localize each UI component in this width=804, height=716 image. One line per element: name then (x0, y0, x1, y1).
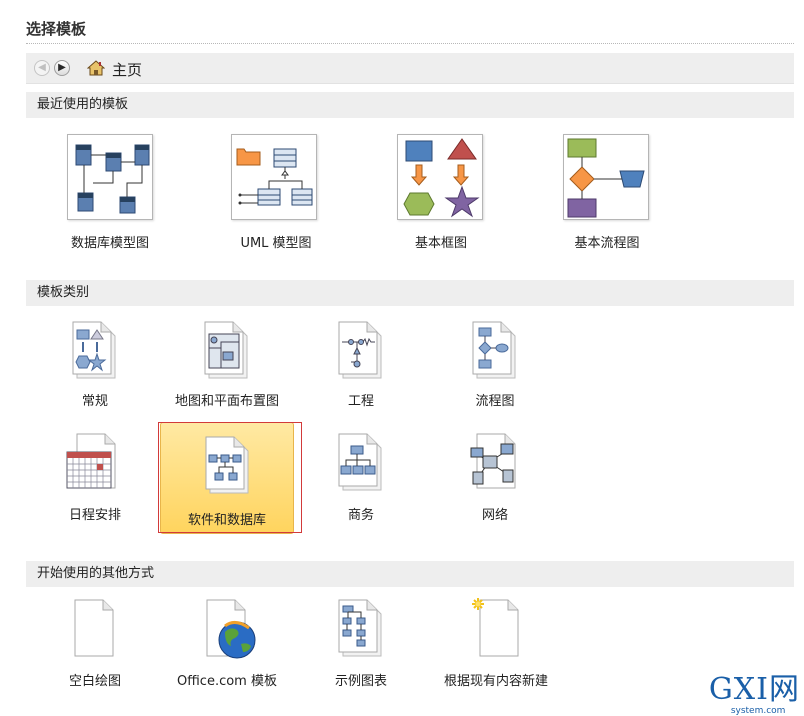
recent-template-basic-block[interactable]: 基本框图 (371, 124, 511, 251)
flowchart-category-icon (465, 318, 525, 382)
option-label: 根据现有内容新建 (443, 674, 548, 689)
basic-block-thumbnail (397, 134, 483, 220)
category-label: 网络 (481, 508, 508, 523)
option-blank-drawing[interactable]: 空白绘图 (40, 592, 150, 692)
option-label: Office.com 模板 (177, 674, 277, 689)
network-category-icon (465, 430, 525, 494)
category-label: 常规 (81, 394, 108, 409)
recent-template-label: 数据库模型图 (70, 236, 149, 251)
engineering-category-icon (331, 318, 391, 382)
general-category-icon (65, 318, 125, 382)
option-office-com-templates[interactable]: Office.com 模板 (157, 592, 297, 692)
category-engineering[interactable]: 工程 (306, 312, 416, 412)
business-category-icon (331, 430, 391, 494)
category-label: 日程安排 (68, 508, 121, 523)
page-title: 选择模板 (26, 20, 87, 38)
recent-template-label: 基本流程图 (574, 236, 640, 251)
category-general[interactable]: 常规 (40, 312, 150, 412)
category-label: 地图和平面布置图 (174, 394, 279, 409)
home-link[interactable]: 主页 (112, 59, 142, 80)
arrow-right-icon: ▶ (58, 62, 66, 73)
category-label: 流程图 (475, 394, 515, 409)
category-schedule[interactable]: 日程安排 (40, 426, 150, 526)
back-button[interactable]: ◀ (34, 60, 50, 76)
recent-template-basic-flowchart[interactable]: 基本流程图 (537, 124, 677, 251)
basic-flowchart-thumbnail (563, 134, 649, 220)
category-label: 工程 (347, 394, 374, 409)
sample-diagram-icon (331, 596, 391, 660)
category-maps-floor-plans[interactable]: 地图和平面布置图 (157, 312, 297, 412)
selection-highlight-frame (158, 422, 302, 533)
category-business[interactable]: 商务 (306, 426, 416, 526)
section-header-other-ways: 开始使用的其他方式 (26, 561, 794, 587)
office-com-globe-icon (197, 596, 257, 660)
category-flowchart[interactable]: 流程图 (440, 312, 550, 412)
recent-template-uml-model[interactable]: UML 模型图 (206, 124, 346, 251)
section-header-categories: 模板类别 (26, 280, 794, 306)
site-watermark-logo: GXI网 system.com (708, 672, 800, 716)
database-model-thumbnail (67, 134, 153, 220)
home-icon[interactable] (86, 59, 106, 77)
section-header-recent: 最近使用的模板 (26, 92, 794, 118)
schedule-category-icon (65, 430, 125, 494)
category-label: 商务 (347, 508, 374, 523)
maps-category-icon (197, 318, 257, 382)
title-divider (26, 43, 794, 44)
arrow-left-icon: ◀ (38, 62, 46, 73)
option-sample-diagrams[interactable]: 示例图表 (306, 592, 416, 692)
option-label: 空白绘图 (68, 674, 121, 689)
watermark-text: GXI网 (708, 672, 800, 707)
watermark-subtext: system.com (730, 706, 786, 716)
navigation-bar: ◀ ▶ 主页 (26, 53, 794, 84)
recent-template-label: UML 模型图 (240, 236, 312, 251)
recent-template-database-model[interactable]: 数据库模型图 (40, 124, 180, 251)
recent-template-label: 基本框图 (414, 236, 467, 251)
option-new-from-existing[interactable]: 根据现有内容新建 (426, 592, 566, 692)
blank-document-icon (65, 596, 125, 660)
forward-button[interactable]: ▶ (54, 60, 70, 76)
category-network[interactable]: 网络 (440, 426, 550, 526)
new-from-existing-icon (466, 596, 526, 660)
uml-model-thumbnail (231, 134, 317, 220)
option-label: 示例图表 (334, 674, 387, 689)
